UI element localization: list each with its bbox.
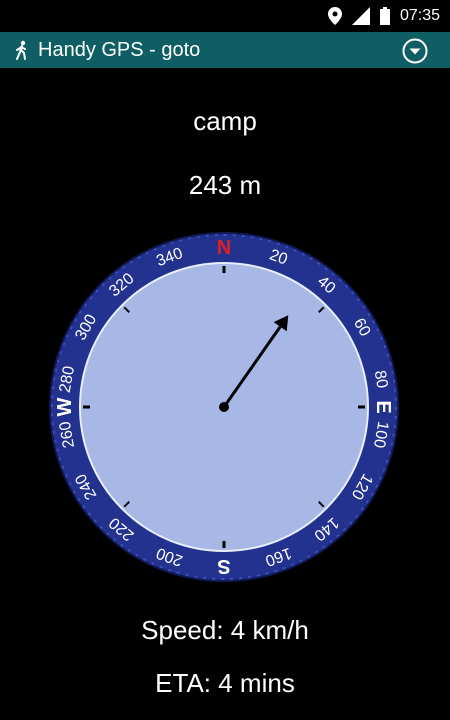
compass-center-dot	[219, 402, 229, 412]
compass-label-80: 80	[371, 369, 391, 390]
compass-label-N: N	[217, 237, 231, 259]
eta-readout: ETA: 4 mins	[155, 668, 295, 698]
speed-readout: Speed: 4 km/h	[141, 615, 309, 645]
compass-label-E: E	[372, 400, 394, 413]
compass-label-S: S	[217, 555, 230, 577]
compass: N 20406080E100120140160S200220240260W2803…	[49, 232, 399, 582]
compass-label-W: W	[54, 397, 76, 416]
